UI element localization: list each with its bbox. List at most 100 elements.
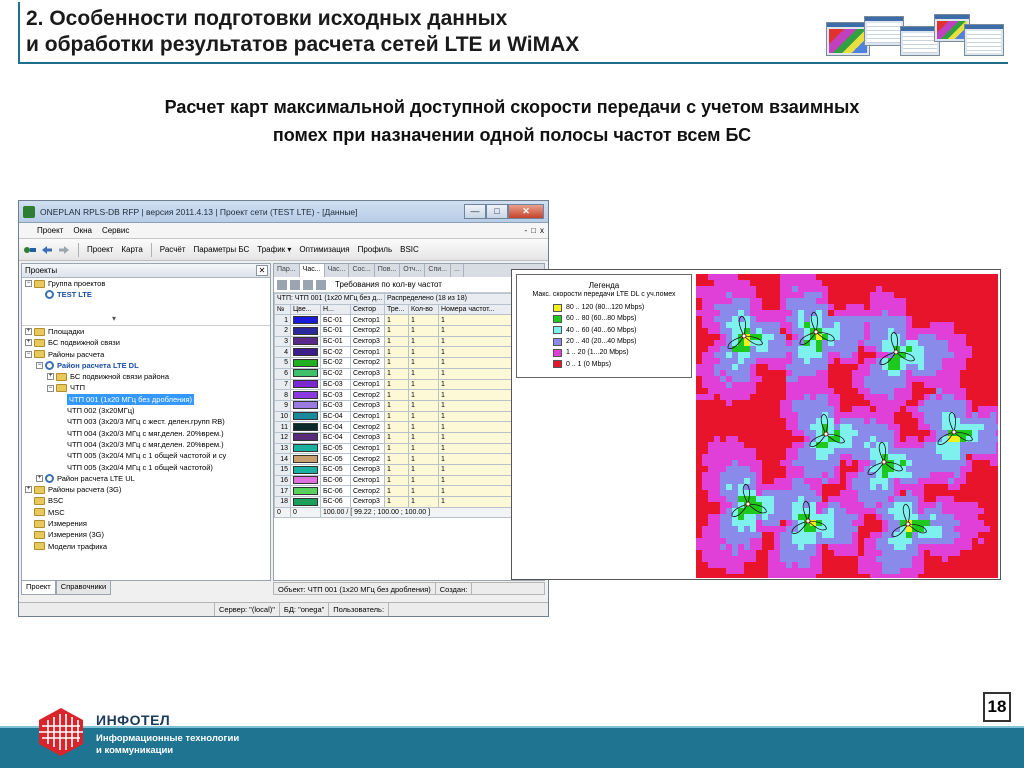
table-row[interactable]: 2 БС-01 Сектор2 1 1 1 [274,325,544,337]
tree-item[interactable]: ЧТП 002 (3x20МГц) [22,405,270,416]
toolbar-map-button[interactable]: Карта [117,245,146,254]
tab-project[interactable]: Проект [21,581,56,595]
table-row[interactable]: 17 БС-06 Сектор2 1 1 1 [274,485,544,498]
close-pane-icon[interactable]: ✕ [256,265,268,276]
table-row[interactable]: 6 БС-02 Сектор3 1 1 1 [274,367,544,380]
table-row[interactable]: 7 БС-03 Сектор1 1 1 1 [274,378,544,391]
grid-icon[interactable] [303,279,313,290]
toolbar-profile-button[interactable]: Профиль [354,245,397,254]
tree-item[interactable]: TEST LTE [22,289,270,300]
mdi-restore-button[interactable]: □ [531,226,536,235]
table-row[interactable]: 15 БС-05 Сектор3 1 1 1 [274,464,544,476]
row-color-cell[interactable] [290,389,321,401]
row-color-cell[interactable] [290,325,321,337]
tree-item[interactable]: Измерения [22,518,270,529]
row-color-cell[interactable] [290,367,321,380]
column-header[interactable]: № [274,303,291,316]
tree-item[interactable]: − Группа проектов [22,278,270,289]
row-color-cell[interactable] [290,453,321,465]
toolbar-bs-params-button[interactable]: Параметры БС [189,245,253,254]
splitter-grip-icon[interactable]: ▾ [112,314,116,323]
minimize-button[interactable]: — [464,203,486,219]
tree-item[interactable]: MSC [22,507,270,518]
table-row[interactable]: 11 БС-04 Сектор2 1 1 1 [274,421,544,433]
expand-icon[interactable]: + [25,339,32,347]
toolbar-optimization-button[interactable]: Оптимизация [295,245,353,254]
row-color-cell[interactable] [290,474,321,487]
tree-item[interactable]: ЧТП 004 (3x20/3 МГц с мяг.делен. 20%врем… [22,439,270,450]
table-row[interactable]: 14 БС-05 Сектор2 1 1 1 [274,453,544,465]
menu-service[interactable]: Сервис [97,226,134,235]
table-row[interactable]: 9 БС-03 Сектор3 1 1 1 [274,399,544,412]
data-tab[interactable]: Сос... [349,264,375,277]
data-tab[interactable]: Пов... [375,264,401,277]
menu-project[interactable]: Проект [23,226,68,235]
collapse-icon[interactable]: − [25,280,32,288]
data-tab[interactable]: ... [451,264,464,277]
table-row[interactable]: 5 БС-02 Сектор2 1 1 1 [274,357,544,369]
table-row[interactable]: 4 БС-02 Сектор1 1 1 1 [274,346,544,359]
column-header[interactable]: Сектор [350,303,385,316]
table-view-icon[interactable] [277,279,287,290]
table-row[interactable]: 18 БС-06 Сектор3 1 1 1 [274,496,544,508]
row-color-cell[interactable] [290,431,321,444]
table-row[interactable]: 13 БС-05 Сектор1 1 1 1 [274,442,544,455]
data-tab[interactable]: Спи... [425,264,451,277]
row-color-cell[interactable] [290,357,321,369]
row-color-cell[interactable] [290,410,321,423]
toolbar-project-button[interactable]: Проект [83,245,117,254]
collapse-icon[interactable]: − [36,362,43,370]
connect-icon[interactable] [23,244,37,256]
forward-arrow-icon[interactable] [57,244,71,256]
tree-item[interactable]: ЧТП 005 (3x20/4 МГц с 1 общей частотой) [22,462,270,473]
row-color-cell[interactable] [290,378,321,391]
tree-item[interactable]: + Площадки [22,326,270,337]
row-color-cell[interactable] [290,485,321,498]
filter-icon[interactable] [290,279,300,290]
tree-item[interactable]: Модели трафика [22,541,270,552]
row-color-cell[interactable] [290,421,321,433]
data-tab[interactable]: Час... [299,264,325,277]
tree-item[interactable]: + Районы расчета (3G) [22,484,270,495]
tree-item[interactable]: ЧТП 005 (3x20/4 МГц с 1 общей частотой и… [22,450,270,461]
expand-icon[interactable] [316,279,326,290]
tree-item[interactable]: − ЧТП [22,382,270,393]
toolbar-calculation-button[interactable]: Расчёт [156,245,190,254]
tree-item[interactable]: Измерения (3G) [22,529,270,540]
back-arrow-icon[interactable] [40,244,54,256]
table-row[interactable]: 12 БС-04 Сектор3 1 1 1 [274,431,544,444]
tree-item[interactable]: ЧТП 003 (3x20/3 МГц с жест. делен.групп … [22,416,270,427]
table-row[interactable]: 16 БС-06 Сектор1 1 1 1 [274,474,544,487]
data-tab[interactable]: Отч... [400,264,426,277]
collapse-icon[interactable]: − [47,384,54,392]
column-header[interactable]: Н... [320,303,351,316]
tree-item[interactable]: + БС подвижной связи района [22,371,270,382]
row-color-cell[interactable] [290,335,321,348]
tree-item[interactable]: + Район расчета LTE UL [22,473,270,484]
table-row[interactable]: 10 БС-04 Сектор1 1 1 1 [274,410,544,423]
toolbar-traffic-button[interactable]: Трафик ▾ [253,245,295,254]
tree-item[interactable]: ЧТП 001 (1x20 МГц без дробления) [22,393,270,406]
close-button[interactable]: ✕ [508,203,544,219]
tree-item[interactable]: BSC [22,495,270,506]
row-color-cell[interactable] [290,464,321,476]
table-row[interactable]: 8 БС-03 Сектор2 1 1 1 [274,389,544,401]
row-color-cell[interactable] [290,496,321,508]
data-tab[interactable]: Час... [325,264,350,277]
table-row[interactable]: 3 БС-01 Сектор3 1 1 1 [274,335,544,348]
row-color-cell[interactable] [290,399,321,412]
mdi-close-button[interactable]: x [540,226,544,235]
tree-item[interactable]: + БС подвижной связи [22,337,270,348]
mdi-minimize-button[interactable]: - [524,226,527,235]
row-color-cell[interactable] [290,346,321,359]
data-tab[interactable]: Пар... [274,264,300,277]
tree-item[interactable]: − Районы расчета [22,349,270,360]
column-header[interactable]: Тре... [384,303,409,316]
tab-references[interactable]: Справочники [55,581,112,595]
row-color-cell[interactable] [290,314,321,327]
table-row[interactable]: 1 БС-01 Сектор1 1 1 1 [274,314,544,327]
collapse-icon[interactable]: − [25,350,32,358]
column-header[interactable]: Кол-во [408,303,439,316]
tree-item[interactable]: − Район расчета LTE DL [22,360,270,371]
expand-icon[interactable]: + [47,373,54,381]
